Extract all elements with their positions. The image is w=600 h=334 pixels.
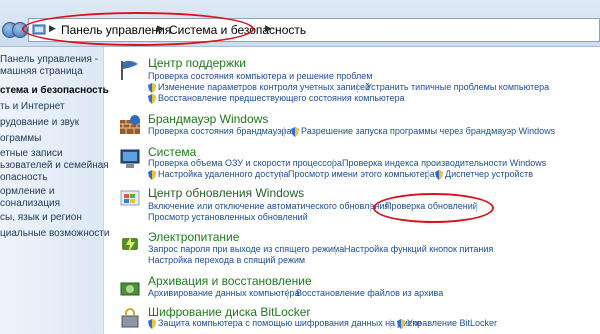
category-title[interactable]: Электропитание	[148, 230, 239, 244]
link[interactable]: Архивирование данных компьютера	[148, 288, 300, 298]
separator	[428, 170, 429, 180]
link[interactable]: Проверка состояния брандмауэра	[148, 126, 292, 136]
category-title[interactable]: Шифрование диска BitLocker	[148, 305, 310, 319]
windows-update-icon[interactable]	[118, 188, 142, 212]
sidebar-item-home[interactable]: Панель управления -	[0, 54, 98, 65]
chevron-right-icon[interactable]: ▶	[265, 23, 272, 34]
uac-shield-icon	[148, 319, 156, 329]
link[interactable]: Настройка функций кнопок питания	[344, 244, 493, 254]
link[interactable]: Настройка перехода в спящий режим	[148, 255, 305, 265]
link[interactable]: Запрос пароля при выходе из спящего режи…	[148, 244, 344, 254]
computer-icon[interactable]	[118, 147, 142, 171]
link[interactable]: Просмотр имени этого компьютера	[288, 169, 435, 179]
separator	[287, 289, 288, 299]
navigation-bar: ▶ Панель управления ▶ Система и безопасн…	[0, 0, 600, 47]
link[interactable]: Включение или отключение автоматического…	[148, 201, 389, 211]
category-title[interactable]: Центр обновления Windows	[148, 186, 304, 200]
separator	[335, 245, 336, 255]
uac-shield-icon	[435, 170, 443, 180]
uac-shield-icon	[148, 83, 156, 93]
sidebar-item-network[interactable]: ть и Интернет	[0, 101, 65, 112]
link[interactable]: Устранить типичные проблемы компьютера	[366, 82, 549, 92]
flag-icon[interactable]	[118, 58, 142, 82]
sidebar-item-appearance-cont[interactable]: сонализация	[0, 198, 60, 209]
sidebar-item-accounts-cont[interactable]: ьзователей и семейная	[0, 160, 109, 171]
link[interactable]: Разрешение запуска программы через бранд…	[301, 126, 555, 136]
link[interactable]: Восстановление предшествующего состояния…	[158, 93, 405, 103]
separator	[280, 170, 281, 180]
sidebar-item-home-cont[interactable]: машняя страница	[0, 66, 83, 77]
category-title[interactable]: Брандмауэр Windows	[148, 112, 268, 126]
link[interactable]: Просмотр установленных обновлений	[148, 212, 308, 222]
bitlocker-icon[interactable]	[118, 307, 142, 331]
category-title[interactable]: Система	[148, 145, 196, 159]
uac-shield-icon	[397, 319, 405, 329]
link[interactable]: Защита компьютера с помощью шифрования д…	[158, 318, 421, 328]
separator	[333, 159, 334, 169]
sidebar: Панель управления - машняя страница стем…	[0, 47, 109, 334]
power-icon[interactable]	[118, 232, 142, 256]
separator	[390, 319, 391, 329]
link[interactable]: Управление BitLocker	[407, 318, 497, 328]
sidebar-item-accounts[interactable]: етные записи	[0, 148, 63, 159]
link[interactable]: Проверка объема ОЗУ и скорости процессор…	[148, 158, 342, 168]
red-highlight-oval	[373, 193, 494, 223]
uac-shield-icon	[148, 170, 156, 180]
sidebar-item-accessibility[interactable]: циальные возможности	[0, 228, 109, 239]
red-highlight-oval	[22, 12, 254, 46]
sidebar-item-programs[interactable]: ограммы	[0, 133, 41, 144]
uac-shield-icon	[148, 94, 156, 104]
sidebar-item-system-security[interactable]: стема и безопасность	[0, 85, 109, 96]
separator	[370, 202, 371, 212]
category-title[interactable]: Архивация и восстановление	[148, 274, 312, 288]
sidebar-item-appearance[interactable]: ормление и	[0, 186, 54, 197]
sidebar-item-clock-region[interactable]: сы, язык и регион	[0, 212, 82, 223]
link[interactable]: Восстановление файлов из архива	[296, 288, 443, 298]
link[interactable]: Диспетчер устройств	[445, 169, 533, 179]
backup-icon[interactable]	[118, 276, 142, 300]
sidebar-item-hardware[interactable]: рудование и звук	[0, 117, 79, 128]
link[interactable]: Настройка удаленного доступа	[158, 169, 288, 179]
uac-shield-icon	[291, 127, 299, 137]
separator	[284, 127, 285, 137]
link[interactable]: Проверка индекса производительности Wind…	[342, 158, 546, 168]
link[interactable]: Проверка состояния компьютера и решение …	[148, 71, 372, 81]
separator	[357, 83, 358, 93]
sidebar-item-accounts-cont2[interactable]: опасность	[0, 172, 47, 183]
firewall-icon[interactable]	[118, 114, 142, 138]
link[interactable]: Изменение параметров контроля учетных за…	[158, 82, 370, 92]
category-title[interactable]: Центр поддержки	[148, 56, 246, 70]
